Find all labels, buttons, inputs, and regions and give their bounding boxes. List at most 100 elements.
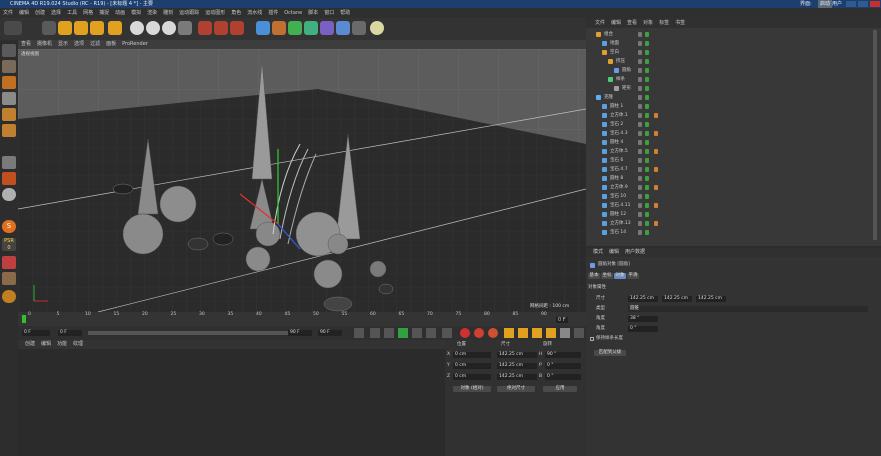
object-tree-scrollbar[interactable] <box>873 30 877 240</box>
object-row[interactable]: 宝石 14 <box>586 228 868 237</box>
preview-end-field[interactable]: 90 F <box>288 330 312 336</box>
enabled-check-icon[interactable] <box>645 203 649 208</box>
angle2-field[interactable]: 0 ° <box>628 326 658 332</box>
coord-rotation-field[interactable]: 90 ° <box>545 352 581 358</box>
object-row[interactable]: 圆柱 12 <box>586 210 868 219</box>
am-menu-userdata[interactable]: 用户数据 <box>622 248 648 257</box>
visibility-toggle-icon[interactable] <box>638 50 642 55</box>
object-row[interactable]: 宝石.4.3 <box>586 129 868 138</box>
object-row[interactable]: 宝石 10 <box>586 192 868 201</box>
snap-s-icon[interactable]: S <box>2 220 16 233</box>
enabled-check-icon[interactable] <box>645 68 649 73</box>
menu-window[interactable]: 窗口 <box>321 8 337 18</box>
maximize-button[interactable] <box>858 1 868 7</box>
visibility-toggle-icon[interactable] <box>638 212 642 217</box>
visibility-toggle-icon[interactable] <box>638 59 642 64</box>
prev-key-icon[interactable] <box>370 328 380 338</box>
object-row[interactable]: 立方体.5 <box>586 147 868 156</box>
enabled-check-icon[interactable] <box>645 131 649 136</box>
object-row[interactable]: 立方体.1 <box>586 111 868 120</box>
visibility-toggle-icon[interactable] <box>638 185 642 190</box>
visibility-toggle-icon[interactable] <box>638 104 642 109</box>
playhead-marker[interactable] <box>22 315 26 323</box>
visibility-toggle-icon[interactable] <box>638 194 642 199</box>
key-pla-icon[interactable] <box>560 328 570 338</box>
x-axis-lock-icon[interactable] <box>130 21 144 35</box>
disc-4[interactable] <box>378 283 394 295</box>
om-menu-tags[interactable]: 标签 <box>656 18 672 28</box>
camera-icon[interactable] <box>352 21 366 35</box>
z-axis-lock-icon[interactable] <box>162 21 176 35</box>
menu-file[interactable]: 文件 <box>0 8 16 18</box>
tweak-mode-icon[interactable] <box>2 172 16 185</box>
visibility-toggle-icon[interactable] <box>638 230 642 235</box>
match-parent-button[interactable]: 匹配到父级 <box>594 350 626 356</box>
phong-tag-icon[interactable] <box>654 113 658 118</box>
enabled-check-icon[interactable] <box>645 167 649 172</box>
coord-size-mode-select[interactable]: 绝对尺寸 <box>497 386 535 392</box>
menu-character[interactable]: 角色 <box>228 8 244 18</box>
minimize-button[interactable] <box>846 1 856 7</box>
menu-tools[interactable]: 工具 <box>64 8 80 18</box>
object-row[interactable]: 克隆 <box>586 93 868 102</box>
snap-icon[interactable] <box>2 188 16 201</box>
key-rotation-icon[interactable] <box>532 328 542 338</box>
enabled-check-icon[interactable] <box>645 212 649 217</box>
y-axis-lock-icon[interactable] <box>146 21 160 35</box>
menu-animate[interactable]: 动画 <box>112 8 128 18</box>
object-row[interactable]: 样条 <box>586 75 868 84</box>
make-editable-icon[interactable] <box>2 44 16 57</box>
perspective-viewport[interactable]: 透视视图 网格间距 : 100 cm <box>18 49 586 312</box>
disc-3[interactable] <box>187 237 209 251</box>
menu-create[interactable]: 创建 <box>32 8 48 18</box>
disc-2[interactable] <box>212 232 234 246</box>
current-frame-field[interactable]: 0 F <box>556 317 568 323</box>
coord-position-field[interactable]: 0 cm <box>453 363 491 369</box>
scale-icon[interactable] <box>74 21 88 35</box>
play-icon[interactable] <box>398 328 408 338</box>
mat-menu-edit[interactable]: 编辑 <box>38 340 54 349</box>
coord-size-field[interactable]: 142.25 cm <box>497 363 537 369</box>
object-row[interactable]: 组合 <box>586 30 868 39</box>
coord-position-field[interactable]: 0 cm <box>453 374 491 380</box>
user-menu[interactable]: 用户 <box>832 0 842 8</box>
vp-menu-prorender[interactable]: ProRender <box>119 40 151 49</box>
om-menu-file[interactable]: 文件 <box>592 18 608 28</box>
coord-mode-select[interactable]: 对象 (相对) <box>453 386 491 392</box>
disc-5[interactable] <box>323 296 353 312</box>
move-icon[interactable] <box>58 21 72 35</box>
enabled-check-icon[interactable] <box>645 149 649 154</box>
am-menu-mode[interactable]: 模式 <box>590 248 606 257</box>
angle-field[interactable]: 38 ° <box>628 316 658 322</box>
menu-edit[interactable]: 编辑 <box>16 8 32 18</box>
vp-menu-display[interactable]: 显示 <box>55 40 71 49</box>
record-keys-icon[interactable] <box>460 328 470 338</box>
coord-size-field[interactable]: 142.25 cm <box>497 352 537 358</box>
tab-object[interactable]: 对象 <box>614 273 626 279</box>
key-position-icon[interactable] <box>504 328 514 338</box>
rotate-icon[interactable] <box>90 21 104 35</box>
light-icon[interactable] <box>370 21 384 35</box>
subdivision-icon[interactable] <box>288 21 302 35</box>
end-frame-field[interactable]: 90 F <box>318 330 342 336</box>
prev-frame-icon[interactable] <box>384 328 394 338</box>
coord-rotation-field[interactable]: 0 ° <box>545 363 581 369</box>
mat-menu-texture[interactable]: 纹理 <box>70 340 86 349</box>
visibility-toggle-icon[interactable] <box>638 149 642 154</box>
points-mode-icon[interactable] <box>2 92 16 105</box>
next-frame-icon[interactable] <box>412 328 422 338</box>
render-settings-icon[interactable] <box>230 21 244 35</box>
vp-menu-panel[interactable]: 面板 <box>103 40 119 49</box>
enabled-check-icon[interactable] <box>645 185 649 190</box>
visibility-toggle-icon[interactable] <box>638 203 642 208</box>
om-menu-bookmarks[interactable]: 书签 <box>672 18 688 28</box>
visibility-toggle-icon[interactable] <box>638 86 642 91</box>
om-menu-edit[interactable]: 编辑 <box>608 18 624 28</box>
go-to-start-icon[interactable] <box>354 328 364 338</box>
object-row[interactable]: 宝石.4.11 <box>586 201 868 210</box>
sphere-8[interactable] <box>369 260 387 278</box>
menu-snap[interactable]: 捕捉 <box>96 8 112 18</box>
mat-menu-create[interactable]: 创建 <box>22 340 38 349</box>
polygons-mode-icon[interactable] <box>2 124 16 137</box>
pen-spline-icon[interactable] <box>272 21 286 35</box>
